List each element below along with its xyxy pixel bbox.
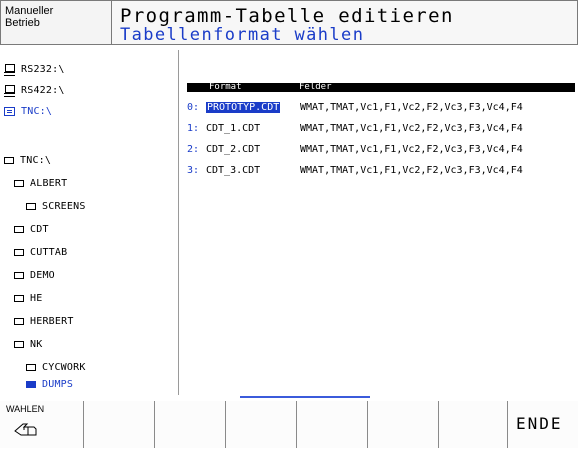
- tree-item-label: CUTTAB: [30, 246, 68, 258]
- tree-item-label: CYCWORK: [42, 361, 86, 373]
- drive-icon: [4, 63, 15, 76]
- column-header-format: Format: [209, 82, 242, 92]
- row-index: 1:: [187, 122, 200, 134]
- folder-icon: [14, 294, 24, 302]
- tree-item-label: NK: [30, 338, 43, 350]
- pointing-hand-icon: [14, 423, 37, 436]
- page-title: Programm-Tabelle editieren: [120, 5, 454, 27]
- tree-item-label: DUMPS: [42, 378, 74, 390]
- row-index: 0:: [187, 101, 200, 113]
- folder-icon: [14, 317, 24, 325]
- table-header: Format Felder: [187, 83, 575, 92]
- tree-item-label: CDT: [30, 223, 49, 235]
- tree-item-tnc-drive[interactable]: TNC:\: [4, 102, 52, 120]
- tree-item-label: TNC:\: [21, 105, 53, 117]
- tree-item-label: DEMO: [30, 269, 55, 281]
- table-row[interactable]: 0: PROTOTYP.CDT WMAT,TMAT,Vc1,F1,Vc2,F2,…: [187, 99, 523, 115]
- tree-item-nk[interactable]: NK: [14, 335, 42, 353]
- mode-line-2: Betrieb: [5, 17, 40, 29]
- tree-item-label: RS232:\: [21, 63, 65, 75]
- tree-item-screens[interactable]: SCREENS: [26, 197, 86, 215]
- tree-item-cuttab[interactable]: CUTTAB: [14, 243, 67, 261]
- softkey-5-button[interactable]: [297, 401, 368, 448]
- folder-icon: [26, 363, 36, 371]
- folder-icon: [26, 202, 36, 210]
- tree-item-dumps[interactable]: DUMPS: [26, 375, 73, 393]
- tree-item-tnc-root[interactable]: TNC:\: [4, 151, 51, 169]
- tree-item-rs232[interactable]: RS232:\: [4, 60, 65, 78]
- row-index: 2:: [187, 143, 200, 155]
- softkey-2-button[interactable]: [84, 401, 155, 448]
- softkey-waehlen-label: WAHLEN: [6, 404, 45, 414]
- row-felder: WMAT,TMAT,Vc1,F1,Vc2,F2,Vc3,F3,Vc4,F4: [300, 101, 523, 113]
- softkey-3-button[interactable]: [155, 401, 226, 448]
- row-felder: WMAT,TMAT,Vc1,F1,Vc2,F2,Vc3,F3,Vc4,F4: [300, 122, 523, 134]
- title-area: Programm-Tabelle editieren Tabellenforma…: [112, 0, 578, 45]
- tree-item-cycwork[interactable]: CYCWORK: [26, 358, 86, 376]
- folder-icon: [14, 179, 24, 187]
- softkey-page-indicator: [240, 396, 370, 398]
- tree-item-cdt[interactable]: CDT: [14, 220, 49, 238]
- row-format[interactable]: PROTOTYP.CDT: [206, 101, 300, 113]
- operating-mode-box: Manueller Betrieb: [0, 0, 112, 45]
- folder-icon: [14, 248, 24, 256]
- row-format[interactable]: CDT_2.CDT: [206, 144, 300, 155]
- folder-icon: [14, 271, 24, 279]
- tree-item-label: TNC:\: [20, 154, 52, 166]
- table-row[interactable]: 1: CDT_1.CDT WMAT,TMAT,Vc1,F1,Vc2,F2,Vc3…: [187, 120, 523, 136]
- table-row[interactable]: 2: CDT_2.CDT WMAT,TMAT,Vc1,F1,Vc2,F2,Vc3…: [187, 141, 523, 157]
- tnc-drive-icon: [4, 106, 15, 116]
- tree-item-herbert[interactable]: HERBERT: [14, 312, 74, 330]
- tree-item-label: HE: [30, 292, 43, 304]
- folder-icon: [14, 225, 24, 233]
- drive-icon: [4, 84, 15, 97]
- row-format-selected[interactable]: PROTOTYP.CDT: [206, 101, 281, 113]
- directory-tree[interactable]: RS232:\ RS422:\ TNC:\ TNC:\ ALBERT SCREE…: [0, 50, 179, 395]
- row-format[interactable]: CDT_3.CDT: [206, 165, 300, 176]
- softkey-6-button[interactable]: [368, 401, 439, 448]
- row-felder: WMAT,TMAT,Vc1,F1,Vc2,F2,Vc3,F3,Vc4,F4: [300, 164, 523, 176]
- softkey-7-button[interactable]: [439, 401, 508, 448]
- tree-item-label: SCREENS: [42, 200, 86, 212]
- tree-item-label: ALBERT: [30, 177, 68, 189]
- table-row[interactable]: 3: CDT_3.CDT WMAT,TMAT,Vc1,F1,Vc2,F2,Vc3…: [187, 162, 523, 178]
- page-subtitle: Tabellenformat wählen: [120, 25, 365, 45]
- format-table: Format Felder 0: PROTOTYP.CDT WMAT,TMAT,…: [179, 50, 578, 395]
- folder-icon: [4, 156, 14, 164]
- tree-item-label: HERBERT: [30, 315, 74, 327]
- softkey-waehlen-button[interactable]: WAHLEN: [0, 401, 84, 448]
- mode-line-1: Manueller: [5, 5, 54, 17]
- tree-item-rs422[interactable]: RS422:\: [4, 81, 65, 99]
- tree-item-he[interactable]: HE: [14, 289, 42, 307]
- softkey-4-button[interactable]: [226, 401, 297, 448]
- folder-open-icon: [26, 380, 36, 388]
- row-index: 3:: [187, 164, 200, 176]
- row-felder: WMAT,TMAT,Vc1,F1,Vc2,F2,Vc3,F3,Vc4,F4: [300, 143, 523, 155]
- softkey-ende-button[interactable]: ENDE: [508, 401, 578, 448]
- folder-icon: [14, 340, 24, 348]
- row-format[interactable]: CDT_1.CDT: [206, 123, 300, 134]
- softkey-ende-label: ENDE: [516, 414, 563, 433]
- tree-item-albert[interactable]: ALBERT: [14, 174, 67, 192]
- column-header-felder: Felder: [299, 82, 332, 92]
- tree-item-demo[interactable]: DEMO: [14, 266, 55, 284]
- tree-item-label: RS422:\: [21, 84, 65, 96]
